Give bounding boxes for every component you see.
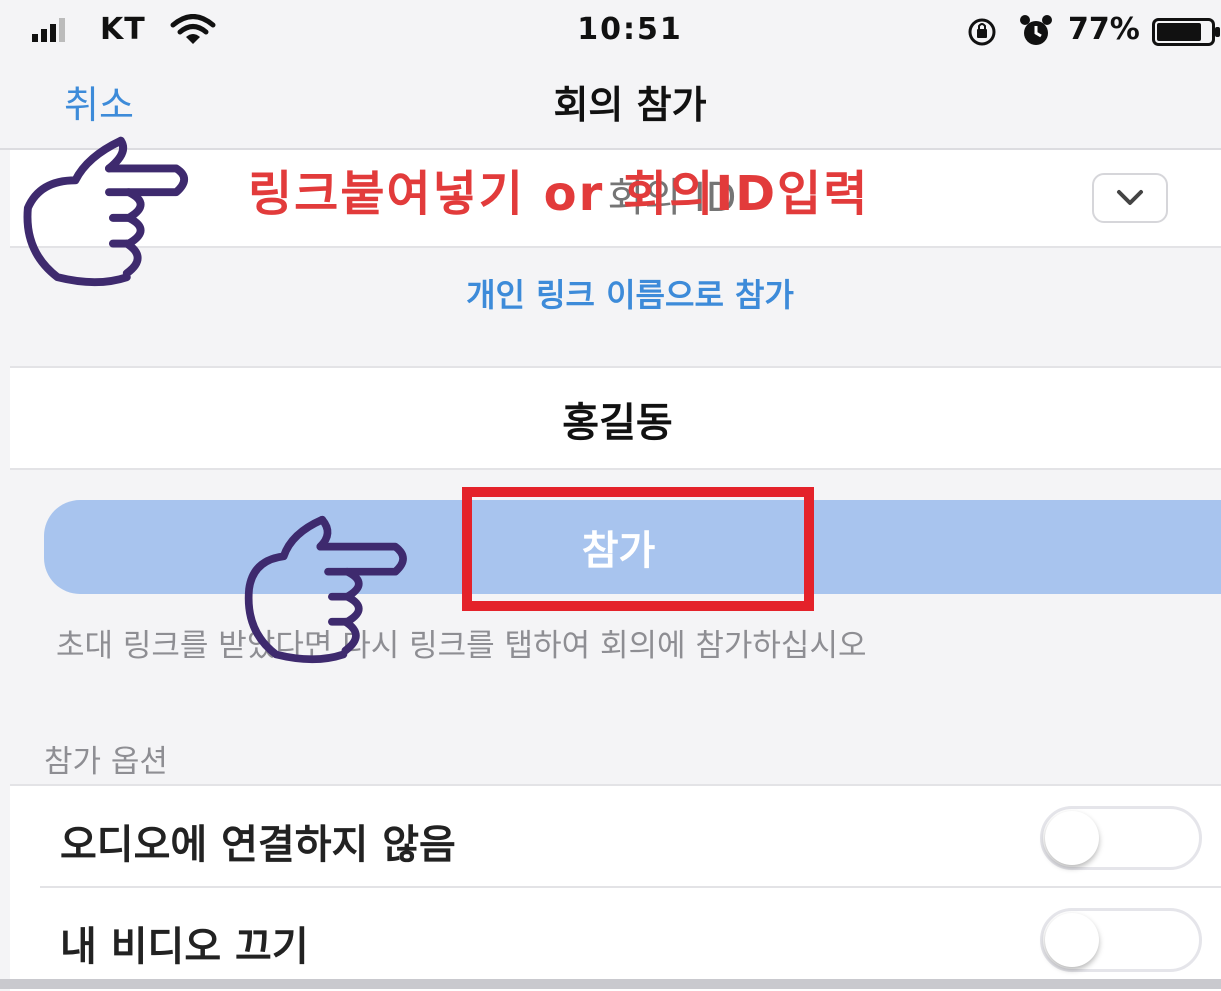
- pointing-hand-icon: [23, 136, 189, 287]
- status-bar: KT 10:51 77%: [0, 0, 1221, 62]
- option-row-no-audio: 오디오에 연결하지 않음: [10, 786, 1221, 886]
- join-options-group: 오디오에 연결하지 않음 내 비디오 끄기: [10, 784, 1221, 991]
- chevron-down-icon: [1117, 190, 1143, 205]
- page-title: 회의 참가: [553, 83, 707, 127]
- battery-icon: [1152, 18, 1220, 46]
- option-row-video-off: 내 비디오 끄기: [10, 888, 1221, 988]
- join-options-section-label: 참가 옵션: [44, 744, 168, 780]
- video-off-toggle[interactable]: [1040, 908, 1202, 972]
- annotation-paste-link-text: 링크붙여넣기 or 회의ID입력: [248, 166, 870, 222]
- battery-percentage: 77%: [1068, 12, 1140, 47]
- alarm-icon: [1020, 15, 1052, 45]
- display-name-row: [10, 366, 1221, 470]
- bottom-edge: [0, 979, 1221, 989]
- display-name-input[interactable]: [10, 386, 1221, 452]
- toggle-knob: [1045, 811, 1099, 865]
- orientation-lock-icon: [968, 18, 996, 46]
- option-label: 내 비디오 끄기: [60, 924, 309, 970]
- no-audio-toggle[interactable]: [1040, 806, 1202, 870]
- invite-link-hint: 초대 링크를 받았다면 다시 링크를 탭하여 회의에 참가하십시오: [56, 628, 867, 664]
- pointing-hand-icon: [244, 515, 407, 664]
- meeting-id-dropdown-button[interactable]: [1092, 173, 1168, 223]
- annotation-red-box: [462, 487, 814, 611]
- toggle-knob: [1045, 913, 1099, 967]
- option-label: 오디오에 연결하지 않음: [60, 822, 456, 868]
